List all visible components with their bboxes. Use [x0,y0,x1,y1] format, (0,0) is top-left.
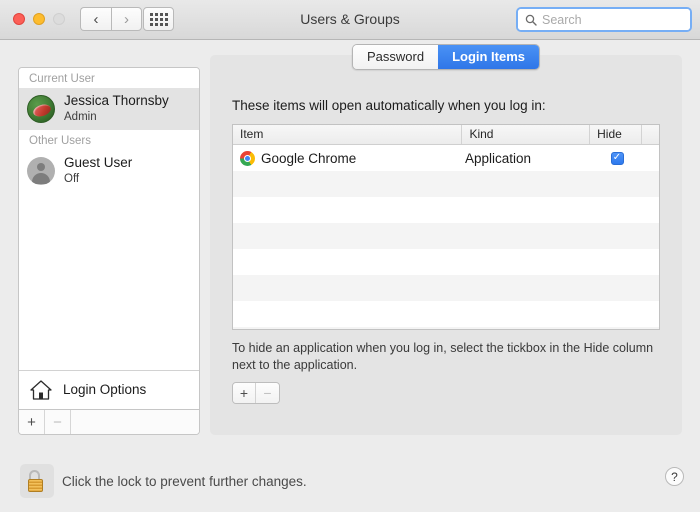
login-options-label: Login Options [63,382,147,397]
add-user-button[interactable]: + [19,410,45,434]
help-button[interactable]: ? [665,467,684,486]
lock-bar: Click the lock to prevent further change… [0,450,700,512]
cell-kind: Application [465,150,532,166]
remove-user-button: − [45,410,71,434]
user-name: Guest User [64,155,133,171]
search-input[interactable] [542,12,682,27]
lock-button[interactable] [20,464,54,498]
group-header-other-users: Other Users [19,130,199,150]
search-field[interactable] [516,7,692,32]
table-row-empty [233,171,659,197]
user-role: Admin [64,111,97,124]
login-items-table: Item Kind Hide Google Chrome Application… [232,124,660,330]
column-header-item[interactable]: Item [233,125,463,144]
content-panel: Password Login Items These items will op… [210,44,682,435]
add-login-item-button[interactable]: + [233,383,256,403]
avatar [27,95,55,123]
sidebar-item-login-options[interactable]: Login Options [19,370,199,408]
item-name: Google Chrome [261,150,357,166]
group-header-current-user: Current User [19,68,199,88]
column-header-hide[interactable]: Hide [590,125,643,144]
remove-login-item-button: − [256,383,279,403]
house-icon [30,379,52,400]
sidebar-item-guest-user[interactable]: Guest User Off [19,150,199,192]
table-row-empty [233,327,659,329]
column-header-spacer [642,125,659,144]
user-name: Jessica Thornsby [64,93,169,109]
table-row-empty [233,197,659,223]
sidebar-item-jessica-thornsby[interactable]: Jessica Thornsby Admin [19,88,199,130]
tab-password[interactable]: Password [352,45,439,69]
unlocked-padlock-icon [28,470,46,492]
window-titlebar: ‹ › Users & Groups [0,0,700,40]
tab-login-items[interactable]: Login Items [438,45,540,69]
table-header: Item Kind Hide [233,125,659,145]
hide-checkbox[interactable]: ✓ [610,151,624,165]
sidebar-footer: + − [19,409,199,434]
column-header-kind[interactable]: Kind [462,125,591,144]
users-sidebar: Current User Jessica Thornsby Admin Othe… [18,67,200,435]
table-row-empty [233,275,659,301]
user-role: Off [64,173,80,186]
lock-message: Click the lock to prevent further change… [62,474,307,489]
table-row-empty [233,223,659,249]
table-row-empty [233,249,659,275]
avatar [27,157,55,185]
item-actions: + − [232,382,280,404]
hide-hint-text: To hide an application when you log in, … [232,341,654,372]
cell-item: Google Chrome [233,150,463,166]
cell-hide: ✓ [591,151,643,165]
chrome-icon [240,150,255,166]
table-row[interactable]: Google Chrome Application ✓ [233,145,659,171]
intro-text: These items will open automatically when… [232,98,546,113]
table-row-empty [233,301,659,327]
tab-bar: Password Login Items [351,44,541,70]
search-icon [525,14,537,26]
